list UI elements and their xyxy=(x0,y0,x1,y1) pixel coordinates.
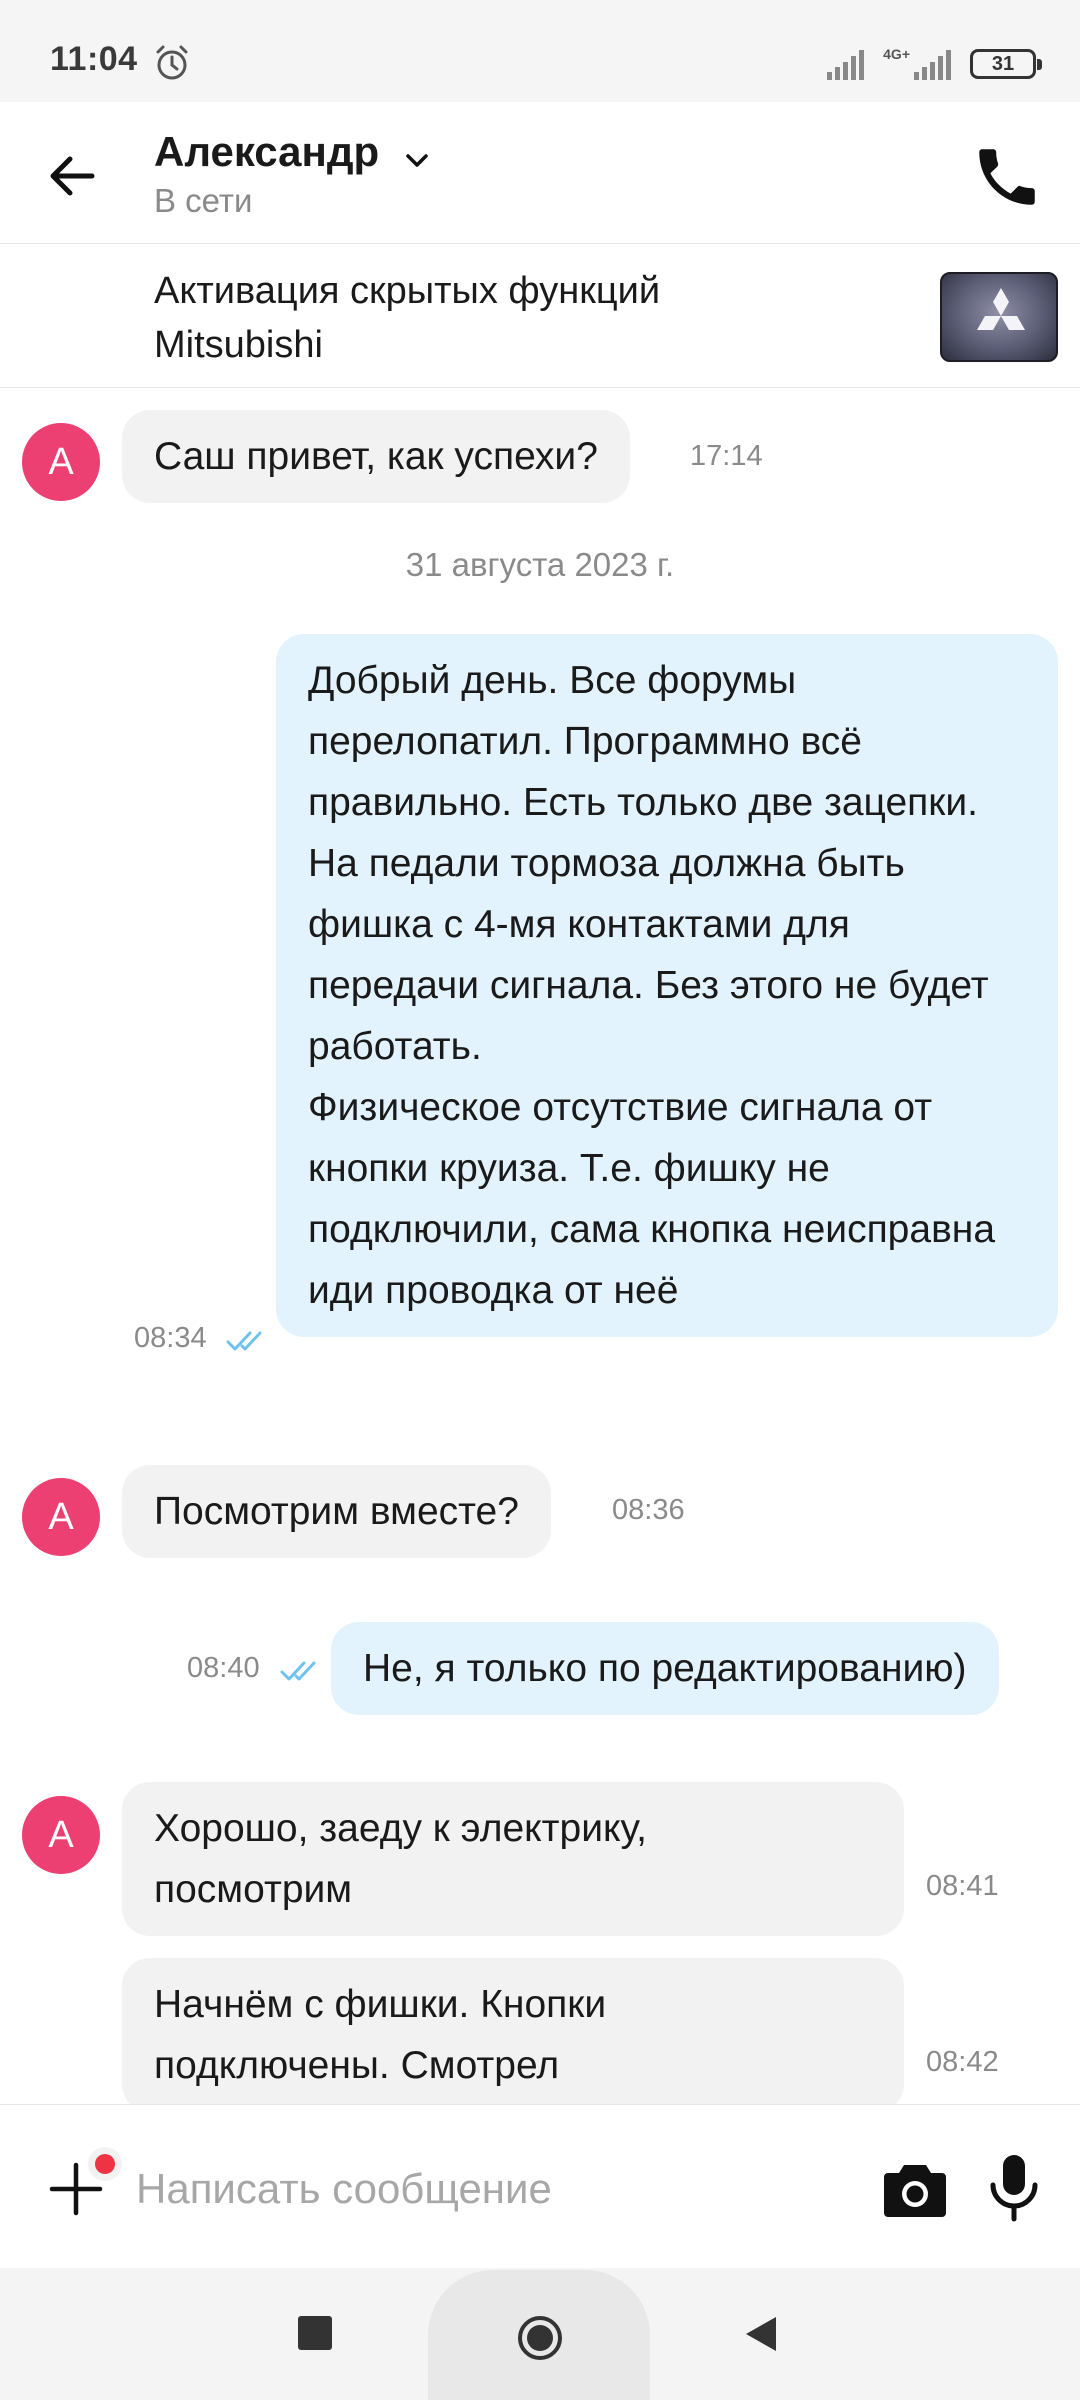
message-text: Начнём с фишки. Кнопки подключены. Смотр… xyxy=(154,1983,607,2087)
date-separator: 31 августа 2023 г. xyxy=(405,546,675,583)
alarm-icon xyxy=(156,45,188,80)
chat-header: Александр В сети xyxy=(0,102,1080,244)
chevron-down-icon[interactable] xyxy=(400,144,434,178)
microphone-icon[interactable] xyxy=(986,2153,1042,2223)
system-nav-bar xyxy=(0,2268,1080,2400)
home-icon[interactable] xyxy=(516,2314,564,2362)
signal-icon xyxy=(827,50,865,80)
back-triangle-icon[interactable] xyxy=(740,2313,780,2355)
phone-icon[interactable] xyxy=(970,140,1044,214)
signal-4g-icon xyxy=(914,50,951,80)
message-time: 17:14 xyxy=(690,440,763,472)
contact-status: В сети xyxy=(154,182,253,219)
message-composer xyxy=(0,2104,1080,2268)
arrow-left-icon[interactable] xyxy=(40,144,104,208)
message-bubble-outgoing[interactable]: Добрый день. Все форумы перелопатил. Про… xyxy=(276,634,1058,1337)
message-time: 08:40 xyxy=(187,1652,260,1684)
message-time: 08:41 xyxy=(926,1870,999,1902)
message-text: Хорошо, заеду к электрику, посмотрим xyxy=(154,1807,647,1911)
double-check-icon xyxy=(280,1661,316,1681)
message-input[interactable] xyxy=(136,2151,856,2227)
message-time: 08:42 xyxy=(926,2046,999,2078)
message-bubble-incoming[interactable]: Начнём с фишки. Кнопки подключены. Смотр… xyxy=(122,1958,904,2104)
double-check-icon xyxy=(226,1331,262,1351)
message-time: 08:34 xyxy=(134,1322,207,1354)
message-bubble-incoming[interactable]: Посмотрим вместе? xyxy=(122,1465,551,1558)
message-time: 08:36 xyxy=(612,1494,685,1526)
battery-level: 31 xyxy=(991,52,1015,75)
avatar[interactable]: А xyxy=(22,1478,100,1556)
message-bubble-incoming[interactable]: Хорошо, заеду к электрику, посмотрим xyxy=(122,1782,904,1936)
status-bar: 11:04 4G+ 31 xyxy=(0,0,1080,102)
status-indicators: 4G+ 31 xyxy=(827,44,1042,84)
battery-icon: 31 xyxy=(970,49,1042,79)
message-list[interactable]: А Саш привет, как успехи? 17:14 31 авгус… xyxy=(0,388,1080,2104)
listing-title[interactable]: Активация скрытых функций Mitsubishi xyxy=(154,264,794,372)
status-time: 11:04 xyxy=(50,40,138,78)
listing-card[interactable]: Активация скрытых функций Mitsubishi xyxy=(0,244,1080,388)
avatar[interactable]: А xyxy=(22,1796,100,1874)
camera-icon[interactable] xyxy=(882,2159,948,2219)
contact-name[interactable]: Александр xyxy=(154,128,379,176)
notification-dot xyxy=(88,2147,122,2181)
message-bubble-outgoing[interactable]: Не, я только по редактированию) xyxy=(331,1622,999,1715)
mitsubishi-logo-icon xyxy=(977,288,1025,330)
listing-thumbnail[interactable] xyxy=(940,272,1058,362)
message-bubble-incoming[interactable]: Саш привет, как успехи? xyxy=(122,410,630,503)
avatar[interactable]: А xyxy=(22,423,100,501)
network-type: 4G+ xyxy=(883,46,910,62)
recent-apps-icon[interactable] xyxy=(298,2316,332,2350)
